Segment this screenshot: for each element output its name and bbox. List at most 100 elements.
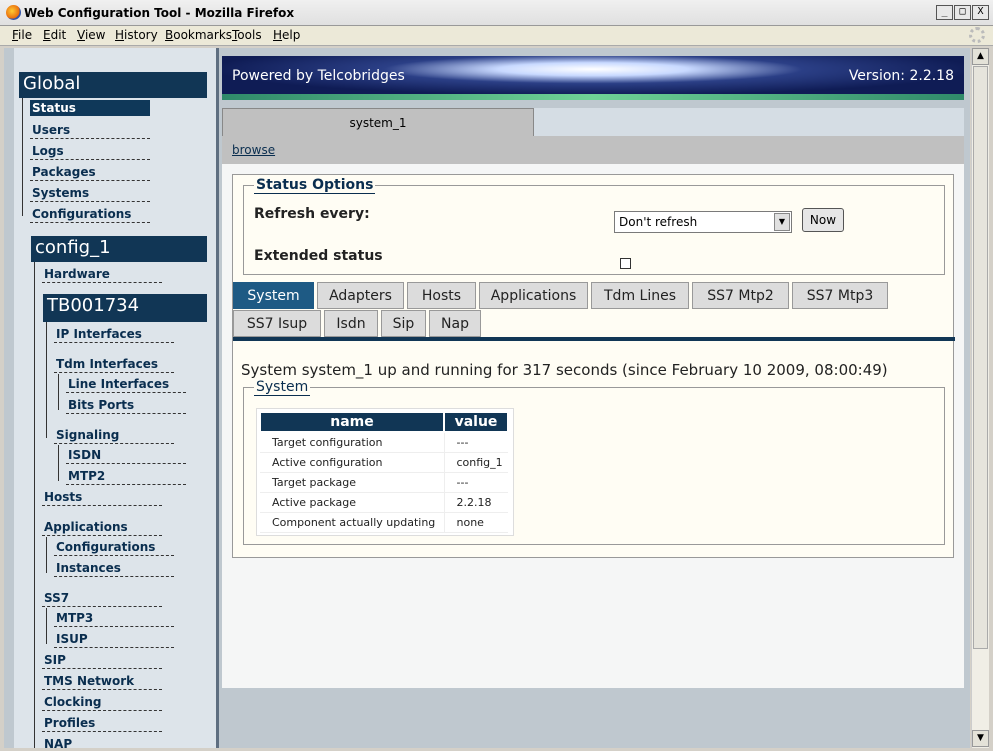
menu-history[interactable]: History: [115, 28, 158, 42]
tab-system-1[interactable]: system_1: [222, 108, 534, 136]
status-options-legend: Status Options: [254, 177, 376, 194]
nav-packages[interactable]: Packages: [30, 164, 150, 181]
tab-underline: [233, 337, 955, 341]
maximize-button[interactable]: □: [954, 5, 971, 20]
refresh-label: Refresh every:: [254, 206, 370, 222]
nav-clocking[interactable]: Clocking: [42, 694, 162, 711]
scrollbar-thumb[interactable]: [973, 66, 988, 649]
menu-help[interactable]: Help: [273, 28, 300, 42]
extended-status-checkbox[interactable]: [620, 258, 631, 269]
minimize-button[interactable]: _: [936, 5, 953, 20]
tab-ss7-isup[interactable]: SS7 Isup: [233, 310, 321, 337]
menu-bookmarks[interactable]: Bookmarks: [165, 28, 232, 42]
header-banner: Powered by Telcobridges Version: 2.2.18: [222, 56, 964, 100]
col-name-header: name: [259, 411, 445, 433]
nav-ss7[interactable]: SS7: [42, 590, 162, 607]
system-table: name value Target configuration --- Acti…: [256, 408, 514, 536]
left-navigation: Global Status Users Logs Packages System…: [14, 48, 219, 748]
nav-app-configurations[interactable]: Configurations: [54, 539, 174, 556]
nav-sip[interactable]: SIP: [42, 652, 162, 669]
version-text: Version: 2.2.18: [848, 68, 954, 84]
row-value: 2.2.18: [443, 492, 508, 513]
row-name: Component actually updating: [260, 512, 444, 533]
row-value: config_1: [443, 452, 508, 473]
tree-line: [46, 537, 47, 573]
tab-sip[interactable]: Sip: [381, 310, 426, 337]
nav-bits-ports[interactable]: Bits Ports: [66, 397, 186, 414]
tab-hosts[interactable]: Hosts: [407, 282, 476, 309]
content-panel: Status Options Refresh every: Don't refr…: [222, 164, 964, 688]
nav-tms-network[interactable]: TMS Network: [42, 673, 162, 690]
menu-edit[interactable]: Edit: [43, 28, 66, 42]
tab-isdn[interactable]: Isdn: [324, 310, 378, 337]
tab-nap[interactable]: Nap: [429, 310, 481, 337]
table-row: Active configuration config_1: [260, 452, 508, 473]
close-button[interactable]: X: [972, 5, 989, 20]
row-name: Active configuration: [260, 452, 444, 473]
row-value: ---: [443, 432, 508, 453]
firefox-icon: [6, 5, 21, 20]
tab-applications[interactable]: Applications: [479, 282, 588, 309]
tree-line: [22, 98, 23, 216]
nav-signaling[interactable]: Signaling: [54, 427, 174, 444]
status-content-box: Status Options Refresh every: Don't refr…: [232, 174, 955, 558]
nav-hosts[interactable]: Hosts: [42, 489, 162, 506]
menu-tools[interactable]: Tools: [232, 28, 262, 42]
tree-line: [34, 262, 35, 748]
tab-ss7-mtp2[interactable]: SS7 Mtp2: [692, 282, 789, 309]
tab-adapters[interactable]: Adapters: [317, 282, 404, 309]
throbber-icon: [969, 27, 985, 43]
nav-mtp2[interactable]: MTP2: [66, 468, 186, 485]
nav-heading-config: config_1: [31, 236, 207, 262]
nav-profiles[interactable]: Profiles: [42, 715, 162, 732]
extended-status-label: Extended status: [254, 248, 383, 264]
tree-line: [46, 322, 47, 438]
table-row: Active package 2.2.18: [260, 492, 508, 513]
nav-isdn[interactable]: ISDN: [66, 447, 186, 464]
refresh-select[interactable]: Don't refresh ▼: [614, 211, 792, 233]
nav-ip-interfaces[interactable]: IP Interfaces: [54, 326, 174, 343]
now-button[interactable]: Now: [802, 208, 844, 232]
nav-status[interactable]: Status: [30, 100, 150, 116]
nav-logs[interactable]: Logs: [30, 143, 150, 160]
scroll-up-icon[interactable]: ▲: [972, 48, 989, 65]
main-content: Powered by Telcobridges Version: 2.2.18 …: [222, 56, 964, 748]
row-name: Target configuration: [260, 432, 444, 453]
tree-line: [58, 445, 59, 481]
nav-applications[interactable]: Applications: [42, 519, 162, 536]
nav-configurations[interactable]: Configurations: [30, 206, 150, 223]
row-value: ---: [443, 472, 508, 493]
tree-line: [58, 374, 59, 410]
scroll-down-icon[interactable]: ▼: [972, 730, 989, 747]
tab-ss7-mtp3[interactable]: SS7 Mtp3: [792, 282, 888, 309]
nav-hardware[interactable]: Hardware: [42, 266, 162, 283]
nav-systems[interactable]: Systems: [30, 185, 150, 202]
tab-system[interactable]: System: [233, 282, 314, 309]
table-row: Target configuration ---: [260, 432, 508, 453]
nav-tdm-interfaces[interactable]: Tdm Interfaces: [54, 356, 174, 373]
row-value: none: [443, 512, 508, 533]
chevron-down-icon[interactable]: ▼: [774, 213, 790, 231]
nav-instances[interactable]: Instances: [54, 560, 174, 577]
powered-by-text: Powered by Telcobridges: [232, 68, 405, 84]
tab-tdm-lines[interactable]: Tdm Lines: [591, 282, 689, 309]
system-fieldset: System name value Target configuration -…: [243, 379, 945, 545]
tree-line: [46, 608, 47, 644]
status-options-fieldset: Status Options Refresh every: Don't refr…: [243, 177, 945, 275]
nav-line-interfaces[interactable]: Line Interfaces: [66, 376, 186, 393]
nav-nap[interactable]: NAP: [42, 736, 162, 748]
browse-link[interactable]: browse: [232, 143, 275, 157]
menu-bar: File Edit View History Bookmarks Tools H…: [0, 26, 993, 46]
col-value-header: value: [443, 411, 509, 433]
nav-users[interactable]: Users: [30, 122, 150, 139]
system-legend: System: [254, 379, 311, 396]
row-name: Target package: [260, 472, 444, 493]
browse-bar: browse: [222, 136, 964, 164]
refresh-select-value: Don't refresh: [619, 215, 698, 229]
table-row: Target package ---: [260, 472, 508, 493]
nav-isup[interactable]: ISUP: [54, 631, 174, 648]
menu-file[interactable]: File: [12, 28, 32, 42]
menu-view[interactable]: View: [77, 28, 105, 42]
vertical-scrollbar[interactable]: ▲ ▼: [971, 48, 989, 748]
nav-mtp3[interactable]: MTP3: [54, 610, 174, 627]
